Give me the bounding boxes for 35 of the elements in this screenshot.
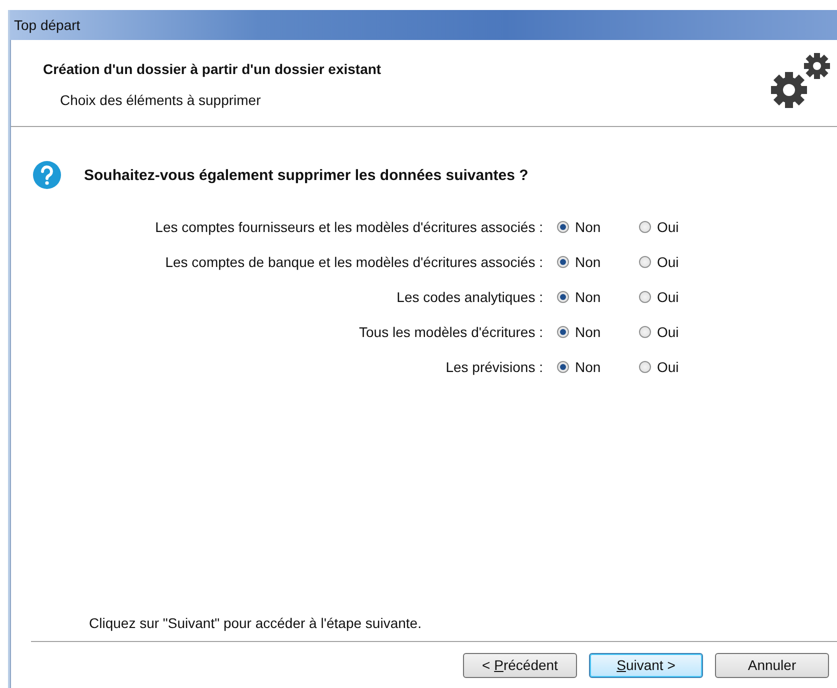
question-text: Souhaitez-vous également supprimer les données suivantes ? — [84, 166, 528, 184]
gears-icon — [769, 50, 833, 110]
radio-button[interactable] — [639, 360, 651, 372]
option-label: Les codes analytiques : — [396, 288, 544, 304]
wizard-button[interactable]: Annuler — [715, 652, 829, 678]
radio-option[interactable]: Non — [557, 254, 639, 270]
wizard-button[interactable]: < Précédent — [463, 652, 577, 678]
window-title: Top départ — [14, 17, 80, 33]
option-label: Tous les modèles d'écritures : — [358, 324, 544, 340]
radio-option[interactable]: Oui — [639, 288, 721, 304]
radio-button[interactable] — [557, 256, 569, 268]
option-label: Les prévisions : — [444, 358, 544, 374]
option-label: Les comptes de banque et les modèles d'écritures associés : — [164, 254, 544, 270]
radio-option[interactable]: Non — [557, 324, 639, 340]
wizard-button[interactable]: Suivant > — [589, 652, 703, 678]
radio-option[interactable]: Non — [557, 218, 639, 234]
header-title: Création d'un dossier à partir d'un dossier existant — [43, 61, 382, 77]
radio-button[interactable] — [639, 290, 651, 302]
radio-button[interactable] — [557, 326, 569, 338]
radio-button[interactable] — [639, 326, 651, 338]
question-icon — [33, 161, 61, 189]
radio-button[interactable] — [639, 256, 651, 268]
radio-option[interactable]: Oui — [639, 358, 721, 374]
radio-option[interactable]: Oui — [639, 254, 721, 270]
radio-button[interactable] — [639, 220, 651, 232]
option-label: Les comptes fournisseurs et les modèles d'écritures associés : — [154, 218, 544, 234]
radio-option[interactable]: Non — [557, 358, 639, 374]
hint-text: Cliquez sur "Suivant" pour accéder à l'étape suivante. — [89, 615, 422, 631]
radio-option[interactable]: Oui — [639, 218, 721, 234]
radio-button[interactable] — [557, 360, 569, 372]
radio-button[interactable] — [557, 290, 569, 302]
header-subtitle: Choix des éléments à supprimer — [59, 92, 262, 108]
radio-button[interactable] — [557, 220, 569, 232]
radio-option[interactable]: Non — [557, 288, 639, 304]
radio-option[interactable]: Oui — [639, 324, 721, 340]
